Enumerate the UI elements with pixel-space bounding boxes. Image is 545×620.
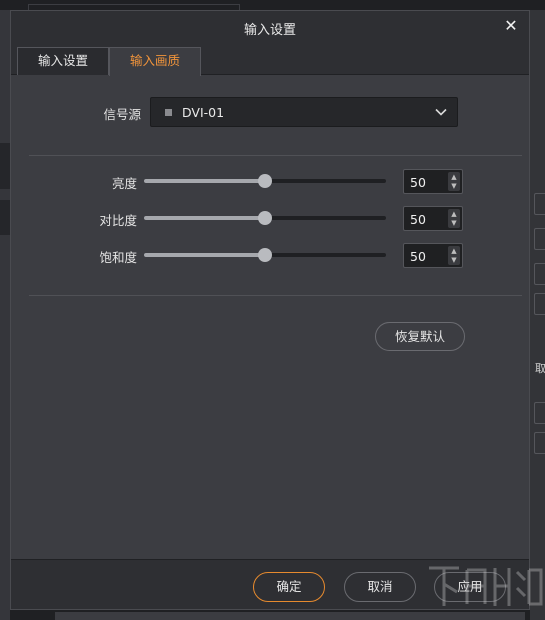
input-settings-dialog: 输入设置 ✕ 输入设置 输入画质 信号源 DVI-01 亮度 50 ▲ ▼ 对比… — [10, 10, 530, 610]
tab-input-settings[interactable]: 输入设置 — [17, 47, 109, 75]
background-app-bottom — [10, 610, 530, 620]
background-right-control — [534, 293, 545, 315]
background-right-control — [534, 402, 545, 424]
chevron-down-icon — [435, 108, 447, 116]
arrow-up-icon[interactable]: ▲ — [450, 173, 458, 181]
arrow-down-icon[interactable]: ▼ — [450, 219, 458, 227]
tab-input-quality[interactable]: 输入画质 — [109, 47, 201, 76]
slider-handle[interactable] — [258, 174, 272, 188]
slider-fill — [144, 179, 265, 183]
arrow-down-icon[interactable]: ▼ — [450, 182, 458, 190]
slider-handle[interactable] — [258, 211, 272, 225]
background-right-control — [534, 432, 545, 454]
contrast-spinbox[interactable]: 50 ▲ ▼ — [403, 206, 463, 231]
signal-source-value: DVI-01 — [182, 105, 225, 120]
saturation-label: 饱和度 — [99, 250, 137, 265]
contrast-slider[interactable] — [144, 211, 386, 225]
spin-arrows: ▲ ▼ — [448, 172, 460, 191]
background-app-topbar — [0, 0, 545, 10]
tab-content-input-quality: 信号源 DVI-01 亮度 50 ▲ ▼ 对比度 50 ▲ ▼ 饱和度 50 ▲… — [11, 75, 529, 559]
spin-arrows: ▲ ▼ — [448, 209, 460, 228]
background-right-control — [534, 228, 545, 250]
saturation-slider[interactable] — [144, 248, 386, 262]
signal-source-label: 信号源 — [103, 107, 141, 122]
brightness-label: 亮度 — [111, 176, 137, 191]
background-right-control — [534, 193, 545, 215]
brightness-value: 50 — [410, 175, 426, 190]
source-status-icon — [165, 109, 172, 116]
dialog-title: 输入设置 — [243, 23, 296, 38]
divider — [29, 295, 522, 296]
slider-handle[interactable] — [258, 248, 272, 262]
arrow-down-icon[interactable]: ▼ — [450, 256, 458, 264]
ok-button[interactable]: 确定 — [253, 572, 325, 602]
arrow-up-icon[interactable]: ▲ — [450, 210, 458, 218]
background-left-strip — [0, 200, 10, 235]
background-app-left-panel — [0, 10, 10, 620]
apply-button[interactable]: 应用 — [434, 572, 506, 602]
saturation-value: 50 — [410, 249, 426, 264]
background-app-right-panel: 取 — [530, 10, 545, 620]
signal-source-dropdown[interactable]: DVI-01 — [150, 97, 458, 127]
brightness-slider[interactable] — [144, 174, 386, 188]
spin-arrows: ▲ ▼ — [448, 246, 460, 265]
contrast-value: 50 — [410, 212, 426, 227]
dialog-titlebar[interactable]: 输入设置 ✕ — [11, 11, 529, 43]
divider — [29, 155, 522, 156]
background-bottom-panel — [55, 612, 525, 620]
slider-fill — [144, 253, 265, 257]
close-icon[interactable]: ✕ — [501, 16, 521, 36]
background-left-strip — [0, 143, 10, 189]
brightness-spinbox[interactable]: 50 ▲ ▼ — [403, 169, 463, 194]
background-right-control — [534, 263, 545, 285]
dialog-footer: 确定 取消 应用 — [11, 559, 529, 609]
slider-fill — [144, 216, 265, 220]
background-right-text: 取 — [535, 362, 545, 375]
saturation-spinbox[interactable]: 50 ▲ ▼ — [403, 243, 463, 268]
arrow-up-icon[interactable]: ▲ — [450, 247, 458, 255]
contrast-label: 对比度 — [99, 213, 137, 228]
cancel-button[interactable]: 取消 — [344, 572, 416, 602]
restore-defaults-button[interactable]: 恢复默认 — [375, 322, 465, 351]
tab-bar: 输入设置 输入画质 — [11, 43, 529, 76]
